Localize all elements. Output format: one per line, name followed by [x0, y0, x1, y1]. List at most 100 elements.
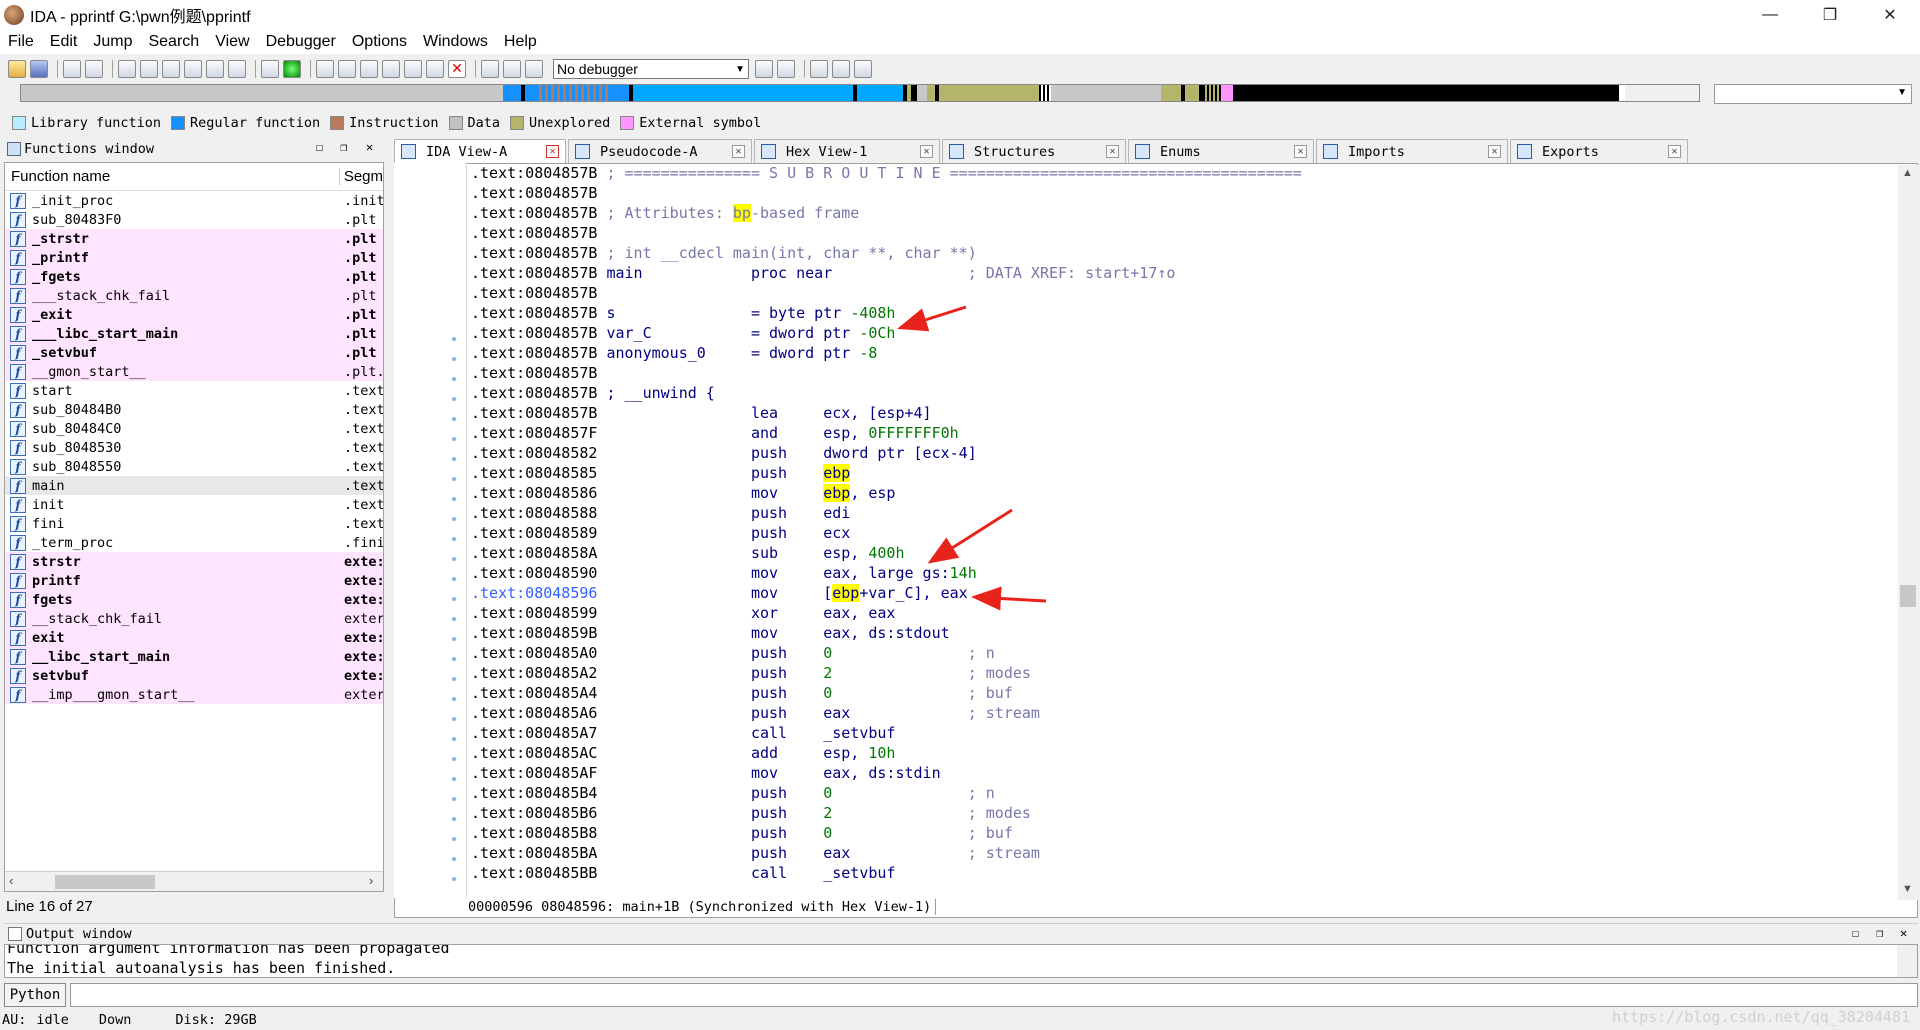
disasm-line[interactable]: .text:08048596 mov [ebp+var_C], eax	[471, 583, 968, 603]
function-row[interactable]: f _fgets .plt	[5, 267, 383, 286]
disasm-line[interactable]: .text:080485A6 push eax ; stream	[471, 703, 1040, 723]
disasm-line[interactable]: .text:080485BB call _setvbuf	[471, 863, 895, 883]
tracing-icon[interactable]	[854, 60, 872, 78]
close-icon[interactable]: ✕	[1668, 145, 1681, 158]
disasm-line[interactable]: .text:08048588 push edi	[471, 503, 850, 523]
disasm-line[interactable]: .text:0804857B s = byte ptr -408h	[471, 303, 895, 323]
scroll-left-icon[interactable]: ‹	[9, 873, 13, 888]
scrollbar-thumb[interactable]	[1900, 585, 1916, 607]
function-row[interactable]: f init .text	[5, 495, 383, 514]
disasm-line[interactable]: .text:0804857B	[471, 283, 597, 303]
debugger-select[interactable]: No debugger ▼	[553, 59, 749, 79]
menu-windows[interactable]: Windows	[415, 33, 496, 51]
make-string-icon[interactable]	[360, 60, 378, 78]
search-next-icon[interactable]	[184, 60, 202, 78]
close-icon[interactable]: ✕	[732, 145, 745, 158]
function-row[interactable]: f ___stack_chk_fail .plt	[5, 286, 383, 305]
undefine-icon[interactable]	[404, 60, 422, 78]
disasm-line[interactable]: .text:080485BA push eax ; stream	[471, 843, 1040, 863]
function-row[interactable]: f _term_proc .fini	[5, 533, 383, 552]
back-icon[interactable]	[63, 60, 81, 78]
tab-pseudocode-a[interactable]: Pseudocode-A ✕	[568, 139, 752, 163]
function-row[interactable]: f _printf .plt	[5, 248, 383, 267]
disasm-line[interactable]: .text:0804859B mov eax, ds:stdout	[471, 623, 950, 643]
pause-icon[interactable]	[503, 60, 521, 78]
scroll-up-icon[interactable]: ▲	[1902, 167, 1913, 179]
close-icon[interactable]: ✕	[546, 145, 559, 158]
horizontal-scrollbar[interactable]: ‹ ›	[5, 871, 383, 891]
disasm-line[interactable]: .text:0804857B ; int __cdecl main(int, c…	[471, 243, 977, 263]
maximize-icon[interactable]: ☐	[316, 140, 323, 154]
function-row[interactable]: f sub_8048530 .text	[5, 438, 383, 457]
column-function-name[interactable]: Function name	[5, 168, 340, 185]
navigation-band[interactable]	[20, 84, 1700, 102]
disasm-line[interactable]: .text:0804857B main proc near ; DATA XRE…	[471, 263, 1175, 283]
function-row[interactable]: f strstr exte:	[5, 552, 383, 571]
function-row[interactable]: f setvbuf exte:	[5, 666, 383, 685]
disasm-line[interactable]: .text:080485AC add esp, 10h	[471, 743, 895, 763]
disasm-line[interactable]: .text:080485AF mov eax, ds:stdin	[471, 763, 941, 783]
tab-imports[interactable]: Imports ✕	[1316, 139, 1508, 163]
disasm-line[interactable]: .text:08048589 push ecx	[471, 523, 850, 543]
patch-icon[interactable]	[228, 60, 246, 78]
menu-view[interactable]: View	[207, 33, 257, 51]
menu-jump[interactable]: Jump	[85, 33, 140, 51]
menu-options[interactable]: Options	[344, 33, 415, 51]
close-icon[interactable]: ✕	[920, 145, 933, 158]
attach-icon[interactable]	[755, 60, 773, 78]
binoculars-icon[interactable]	[118, 60, 136, 78]
close-icon[interactable]: ✕	[1294, 145, 1307, 158]
stop-icon[interactable]	[525, 60, 543, 78]
disasm-line[interactable]: .text:080485A4 push 0 ; buf	[471, 683, 1013, 703]
disasm-line[interactable]: .text:08048586 mov ebp, esp	[471, 483, 895, 503]
restore-icon[interactable]: ❐	[340, 140, 347, 154]
function-row[interactable]: f ___libc_start_main .plt	[5, 324, 383, 343]
disasm-line[interactable]: .text:0804857B var_C = dword ptr -0Ch	[471, 323, 895, 343]
search-text-icon[interactable]	[140, 60, 158, 78]
disasm-line[interactable]: .text:0804857B anonymous_0 = dword ptr -…	[471, 343, 877, 363]
function-row[interactable]: f _strstr .plt	[5, 229, 383, 248]
disasm-line[interactable]: .text:08048585 push ebp	[471, 463, 851, 483]
down-arrow-icon[interactable]	[206, 60, 224, 78]
function-row[interactable]: f fgets exte:	[5, 590, 383, 609]
scrollbar-thumb[interactable]	[55, 875, 155, 889]
maximize-button[interactable]: ❐	[1800, 0, 1860, 30]
function-row[interactable]: f start .text	[5, 381, 383, 400]
run-icon[interactable]	[481, 60, 499, 78]
vertical-scrollbar[interactable]	[1897, 945, 1917, 977]
make-code-icon[interactable]	[316, 60, 334, 78]
save-icon[interactable]	[30, 60, 48, 78]
disasm-line[interactable]: .text:0804857B	[471, 223, 597, 243]
menu-edit[interactable]: Edit	[42, 33, 86, 51]
tab-exports[interactable]: Exports ✕	[1510, 139, 1688, 163]
disasm-line[interactable]: .text:0804857B	[471, 183, 597, 203]
disasm-line[interactable]: .text:080485B8 push 0 ; buf	[471, 823, 1013, 843]
function-row[interactable]: f sub_80484C0 .text	[5, 419, 383, 438]
function-row[interactable]: f main .text	[5, 476, 383, 495]
function-row[interactable]: f sub_80483F0 .plt	[5, 210, 383, 229]
delete-icon[interactable]: ✕	[448, 60, 466, 78]
scroll-right-icon[interactable]: ›	[369, 873, 373, 888]
tab-enums[interactable]: Enums ✕	[1128, 139, 1314, 163]
ida-disassembly-view[interactable]: .text:0804857B ; =============== S U B R…	[466, 165, 1898, 900]
scroll-down-icon[interactable]: ▼	[1902, 883, 1913, 895]
function-row[interactable]: f __libc_start_main exte:	[5, 647, 383, 666]
close-icon[interactable]: ✕	[1488, 145, 1501, 158]
forward-icon[interactable]	[85, 60, 103, 78]
tab-ida-view-a[interactable]: IDA View-A ✕	[394, 139, 566, 163]
function-row[interactable]: f exit exte:	[5, 628, 383, 647]
function-row[interactable]: f _init_proc .init	[5, 191, 383, 210]
add-breakpoint-icon[interactable]	[832, 60, 850, 78]
function-row[interactable]: f _setvbuf .plt	[5, 343, 383, 362]
menu-help[interactable]: Help	[496, 33, 545, 51]
disasm-line[interactable]: .text:080485A0 push 0 ; n	[471, 643, 995, 663]
disasm-line[interactable]: .text:08048599 xor eax, eax	[471, 603, 895, 623]
output-window[interactable]: Function argument information has been p…	[4, 944, 1918, 978]
close-icon[interactable]: ✕	[1900, 926, 1907, 940]
disasm-line[interactable]: .text:08048590 mov eax, large gs:14h	[471, 563, 977, 583]
close-button[interactable]: ✕	[1860, 0, 1920, 30]
disasm-line[interactable]: .text:0804857B lea ecx, [esp+4]	[471, 403, 932, 423]
disasm-line[interactable]: .text:0804857B ; Attributes: bp-based fr…	[471, 203, 859, 223]
python-button[interactable]: Python	[4, 983, 66, 1007]
tab-structures[interactable]: Structures ✕	[942, 139, 1126, 163]
